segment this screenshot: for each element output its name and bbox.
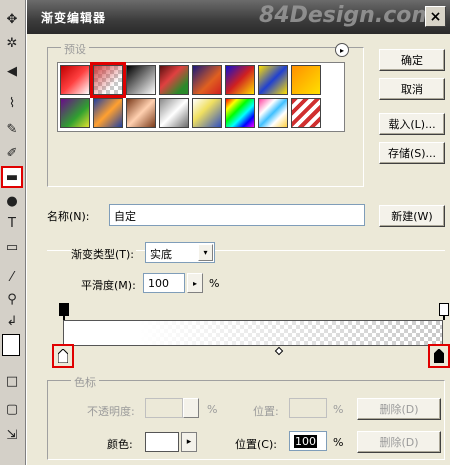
triangle-right-icon: ▸	[339, 45, 344, 55]
opacity-stop-right[interactable]	[439, 303, 449, 316]
eyedropper-tool-icon[interactable]: ⁄	[1, 266, 23, 288]
preset-swatch[interactable]	[60, 98, 90, 128]
preset-swatch[interactable]	[60, 65, 90, 95]
healing-brush-tool-icon[interactable]: ⌇	[1, 92, 23, 114]
preset-swatch-well	[57, 62, 345, 132]
close-button[interactable]: ×	[425, 6, 446, 27]
magic-wand-tool-icon[interactable]: ✲	[1, 32, 23, 54]
presets-menu-button[interactable]: ▸	[335, 43, 349, 57]
stop-color-swatch[interactable]	[145, 432, 179, 452]
save-button[interactable]: 存储(S)...	[379, 142, 445, 164]
opacity-location-input[interactable]	[289, 398, 327, 418]
preset-swatch[interactable]	[291, 98, 321, 128]
gradient-editor-dialog: 渐变编辑器 84Design.com × 预设 ▸ 确定 取消 载入(L)...…	[26, 0, 450, 465]
opacity-unit: %	[207, 403, 218, 416]
name-label: 名称(N):	[47, 210, 90, 223]
delete-color-stop-button[interactable]: 删除(D)	[357, 431, 441, 453]
smoothness-input[interactable]: 100	[143, 273, 185, 293]
zoom-tool-icon[interactable]: ⚲	[1, 288, 23, 310]
ok-button[interactable]: 确定	[379, 49, 445, 71]
color-stops-label: 色标	[71, 374, 99, 390]
opacity-slider-button[interactable]	[183, 398, 199, 418]
gradient-tool-icon[interactable]: ▬	[1, 166, 23, 188]
preset-swatch[interactable]	[90, 62, 126, 98]
preset-swatch[interactable]	[258, 98, 288, 128]
gradient-type-select[interactable]: 实底 ▾	[145, 242, 215, 263]
name-input[interactable]: 自定	[109, 204, 365, 226]
color-location-unit: %	[333, 436, 344, 449]
quick-mask-icon[interactable]: □	[1, 370, 23, 392]
preset-swatch[interactable]	[258, 65, 288, 95]
color-stop-right[interactable]	[428, 344, 450, 368]
presets-label: 预设	[61, 41, 89, 57]
swap-colors-icon[interactable]: ↲	[1, 310, 23, 332]
color-stop-black-icon	[434, 349, 444, 363]
preset-swatch[interactable]	[126, 65, 156, 95]
load-button[interactable]: 载入(L)...	[379, 113, 445, 135]
tools-panel: ✥ ✲ ⌇ ✎ ✐ ▬ ● T ▭ ⁄ ⚲ ↲ ◀ □ ▢ ⇲	[0, 0, 26, 465]
cancel-button[interactable]: 取消	[379, 78, 445, 100]
foreground-color-swatch[interactable]	[2, 334, 20, 356]
chevron-down-icon[interactable]: ▾	[198, 244, 213, 261]
smoothness-unit: %	[209, 277, 220, 290]
preset-swatch[interactable]	[159, 65, 189, 95]
burn-tool-icon[interactable]: ●	[1, 190, 23, 212]
title-bar: 渐变编辑器 84Design.com ×	[27, 0, 450, 34]
jump-icon[interactable]: ⇲	[1, 424, 23, 446]
preset-swatch[interactable]	[192, 65, 222, 95]
gradient-type-value: 实底	[150, 248, 172, 261]
gradient-type-label: 渐变类型(T):	[71, 246, 137, 262]
preset-swatch[interactable]	[126, 98, 156, 128]
new-button[interactable]: 新建(W)	[379, 205, 445, 227]
color-location-label: 位置(C):	[235, 438, 277, 451]
preset-swatch[interactable]	[159, 98, 189, 128]
preset-swatch[interactable]	[225, 98, 255, 128]
preset-swatch[interactable]	[291, 65, 321, 95]
shape-tool-icon[interactable]: ▭	[1, 236, 23, 258]
color-location-input[interactable]: 100	[289, 431, 327, 451]
dialog-title: 渐变编辑器	[41, 11, 107, 25]
watermark-text: 84Design.com	[259, 3, 435, 28]
type-tool-icon[interactable]: T	[1, 212, 23, 234]
smoothness-slider-button[interactable]: ▸	[187, 273, 203, 293]
opacity-stop-left[interactable]	[59, 303, 69, 316]
midpoint-diamond[interactable]	[274, 346, 284, 356]
preset-swatch[interactable]	[93, 98, 123, 128]
preset-swatch[interactable]	[192, 98, 222, 128]
preset-swatch[interactable]	[225, 65, 255, 95]
history-brush-tool-icon[interactable]: ✐	[1, 142, 23, 164]
opacity-stop-right-stem	[443, 316, 445, 320]
gradient-preview-bar[interactable]	[63, 320, 443, 346]
color-label: 颜色:	[107, 438, 133, 451]
delete-opacity-stop-button[interactable]: 删除(D)	[357, 398, 441, 420]
color-stop-white-icon	[58, 349, 68, 363]
brush-tool-icon[interactable]: ✎	[1, 118, 23, 140]
triangle-right-icon: ▸	[192, 278, 197, 288]
color-location-value: 100	[294, 435, 317, 448]
triangle-right-icon: ▸	[186, 437, 192, 447]
opacity-input[interactable]	[145, 398, 183, 418]
history-icon[interactable]: ◀	[1, 60, 23, 82]
opacity-location-label: 位置:	[253, 405, 279, 418]
stop-color-menu-button[interactable]: ▸	[181, 432, 197, 452]
color-stop-left[interactable]	[52, 344, 74, 368]
smoothness-label: 平滑度(M):	[81, 279, 136, 292]
move-tool-icon[interactable]: ✥	[1, 8, 23, 30]
opacity-location-unit: %	[333, 403, 344, 416]
screen-mode-icon[interactable]: ▢	[1, 398, 23, 420]
opacity-label: 不透明度:	[87, 405, 135, 418]
